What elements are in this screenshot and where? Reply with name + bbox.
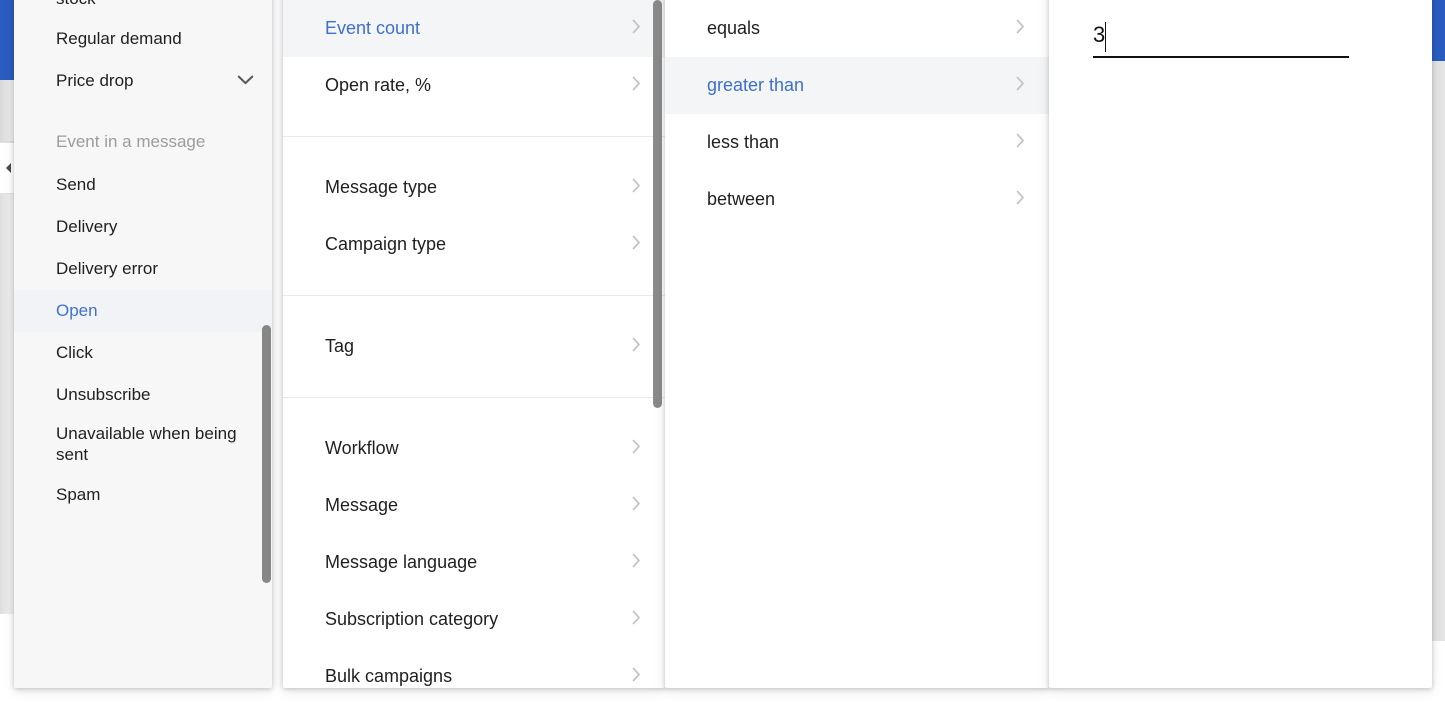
operator-row[interactable]: equals: [665, 0, 1049, 57]
attribute-row-label: Open rate, %: [325, 75, 432, 95]
chevron-right-icon: [632, 609, 641, 630]
attribute-row[interactable]: Bulk campaigns: [283, 648, 665, 688]
attribute-row-label: Message language: [325, 552, 478, 572]
attribute-row-label: Message: [325, 495, 399, 515]
chevron-right-icon: [632, 552, 641, 573]
event-item-label: Price drop: [56, 70, 134, 90]
operators-panel: equals greater than less than between: [665, 0, 1049, 688]
operator-row[interactable]: greater than: [665, 57, 1049, 114]
event-list-item[interactable]: Unsubscribe: [14, 374, 272, 416]
attribute-group-padding: [283, 398, 665, 420]
text-cursor: [1105, 22, 1106, 52]
event-item-label: Delivery error: [56, 258, 159, 278]
operator-row[interactable]: less than: [665, 114, 1049, 171]
event-list-item[interactable]: Regular demand: [14, 18, 272, 60]
attribute-row-label: Bulk campaigns: [325, 666, 453, 686]
events-scroll-area[interactable]: Abandoned browsesViewed item is in a sto…: [14, 0, 272, 688]
event-item-label: Spam: [56, 484, 101, 504]
event-item-label: Unsubscribe: [56, 384, 151, 404]
attribute-row[interactable]: Message language: [283, 534, 665, 591]
operator-row-label: equals: [707, 18, 761, 38]
chevron-right-icon: [632, 438, 641, 459]
event-item-label: Event in a message: [56, 131, 206, 151]
attribute-row[interactable]: Subscription category: [283, 591, 665, 648]
chevron-right-icon: [1016, 189, 1025, 210]
event-list-item[interactable]: Delivery: [14, 206, 272, 248]
operator-row[interactable]: between: [665, 171, 1049, 228]
attribute-group-padding: [283, 137, 665, 159]
event-list-item[interactable]: Delivery error: [14, 248, 272, 290]
value-input-wrap: [1049, 0, 1432, 58]
value-field[interactable]: [1093, 22, 1349, 58]
event-list-item[interactable]: Spam: [14, 474, 272, 516]
operator-row-label: greater than: [707, 75, 805, 95]
chevron-right-icon: [632, 666, 641, 687]
event-list-item[interactable]: Open: [14, 290, 272, 332]
event-item-label: Regular demand: [56, 28, 182, 48]
attributes-scroll-area[interactable]: Event count Open rate, % Message type Campa…: [283, 0, 665, 688]
event-item-label: Delivery: [56, 216, 118, 236]
attribute-row[interactable]: Event count: [283, 0, 665, 57]
attribute-group-padding: [283, 114, 665, 136]
chevron-right-icon: [632, 495, 641, 516]
attribute-row[interactable]: Message type: [283, 159, 665, 216]
attribute-row-label: Campaign type: [325, 234, 447, 254]
attribute-row-label: Message type: [325, 177, 438, 197]
attribute-group-padding: [283, 273, 665, 295]
attribute-row[interactable]: Open rate, %: [283, 57, 665, 114]
chevron-left-icon: [3, 162, 14, 174]
events-scrollbar-track[interactable]: [260, 0, 272, 688]
operators-list: equals greater than less than between: [665, 0, 1049, 228]
value-panel: [1049, 0, 1432, 688]
chevron-right-icon: [1016, 132, 1025, 153]
left-rail-top: [0, 80, 14, 142]
event-item-label: Item from wishlist is in stock: [56, 0, 252, 10]
events-scrollbar-thumb[interactable]: [262, 325, 271, 583]
chevron-right-icon: [1016, 75, 1025, 96]
event-item-label: Unavailable when being sent: [56, 424, 237, 464]
chevron-right-icon: [632, 18, 641, 39]
events-panel: Abandoned browsesViewed item is in a sto…: [14, 0, 272, 688]
attribute-group-padding: [283, 296, 665, 318]
event-item-label: Send: [56, 174, 96, 194]
attribute-row[interactable]: Workflow: [283, 420, 665, 477]
event-list-item[interactable]: Price drop: [14, 60, 272, 102]
event-list-item[interactable]: Click: [14, 332, 272, 374]
chevron-right-icon: [632, 75, 641, 96]
attribute-row-label: Tag: [325, 336, 355, 356]
event-list-item[interactable]: Send: [14, 164, 272, 206]
chevron-right-icon: [632, 234, 641, 255]
operator-row-label: less than: [707, 132, 780, 152]
event-item-label: Open: [56, 300, 98, 320]
chevron-down-icon: [237, 71, 254, 92]
chevron-right-icon: [632, 177, 641, 198]
app-accent-bar-left: [0, 0, 14, 80]
chevron-right-icon: [1016, 18, 1025, 39]
event-item-label: Click: [56, 342, 93, 362]
left-rail-bottom: [0, 194, 14, 614]
cascading-filter-menu: Abandoned browsesViewed item is in a sto…: [0, 0, 1445, 703]
attribute-row-label: Workflow: [325, 438, 399, 458]
attributes-scrollbar-thumb[interactable]: [653, 0, 662, 408]
event-list-item[interactable]: Item from wishlist is in stock: [14, 0, 272, 18]
event-list-item[interactable]: Unavailable when being sent: [14, 416, 272, 474]
chevron-right-icon: [632, 336, 641, 357]
attributes-panel: Event count Open rate, % Message type Campa…: [283, 0, 665, 688]
attribute-row[interactable]: Message: [283, 477, 665, 534]
attribute-row-label: Event count: [325, 18, 421, 38]
attribute-row[interactable]: Campaign type: [283, 216, 665, 273]
event-group-spacer: [14, 102, 272, 120]
attribute-row-label: Subscription category: [325, 609, 499, 629]
operator-row-label: between: [707, 189, 776, 209]
event-group-label: Event in a message: [14, 120, 272, 164]
attribute-group-padding: [283, 375, 665, 397]
attribute-row[interactable]: Tag: [283, 318, 665, 375]
value-input[interactable]: [1093, 22, 1349, 48]
